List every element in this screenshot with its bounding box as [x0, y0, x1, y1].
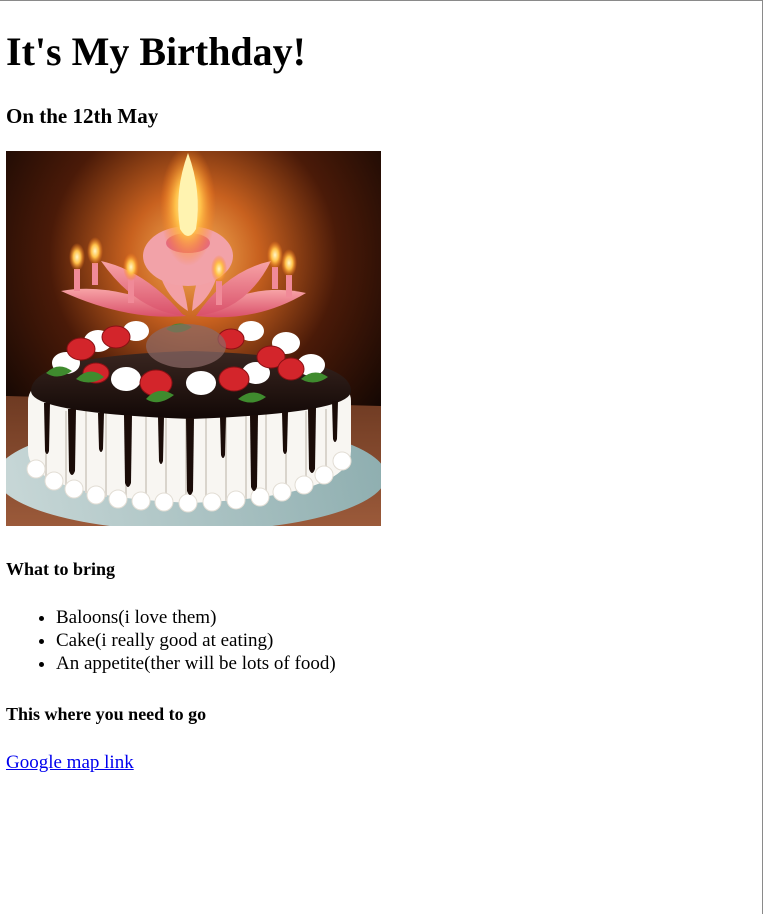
- list-item: Baloons(i love them): [56, 606, 762, 629]
- page-content: It's My Birthday! On the 12th May What t…: [0, 29, 762, 775]
- page-title: It's My Birthday!: [6, 29, 306, 74]
- map-link-container: Google map link: [6, 751, 762, 775]
- list-item: Cake(i really good at eating): [56, 629, 762, 652]
- date-heading: On the 12th May: [6, 104, 159, 128]
- bring-heading: What to bring: [6, 559, 116, 579]
- location-heading: This where you need to go: [6, 704, 207, 724]
- birthday-cake-image: [6, 151, 381, 526]
- bring-list: Baloons(i love them) Cake(i really good …: [6, 606, 762, 675]
- google-map-link[interactable]: Google map link: [6, 752, 134, 773]
- list-item: An appetite(ther will be lots of food): [56, 652, 762, 675]
